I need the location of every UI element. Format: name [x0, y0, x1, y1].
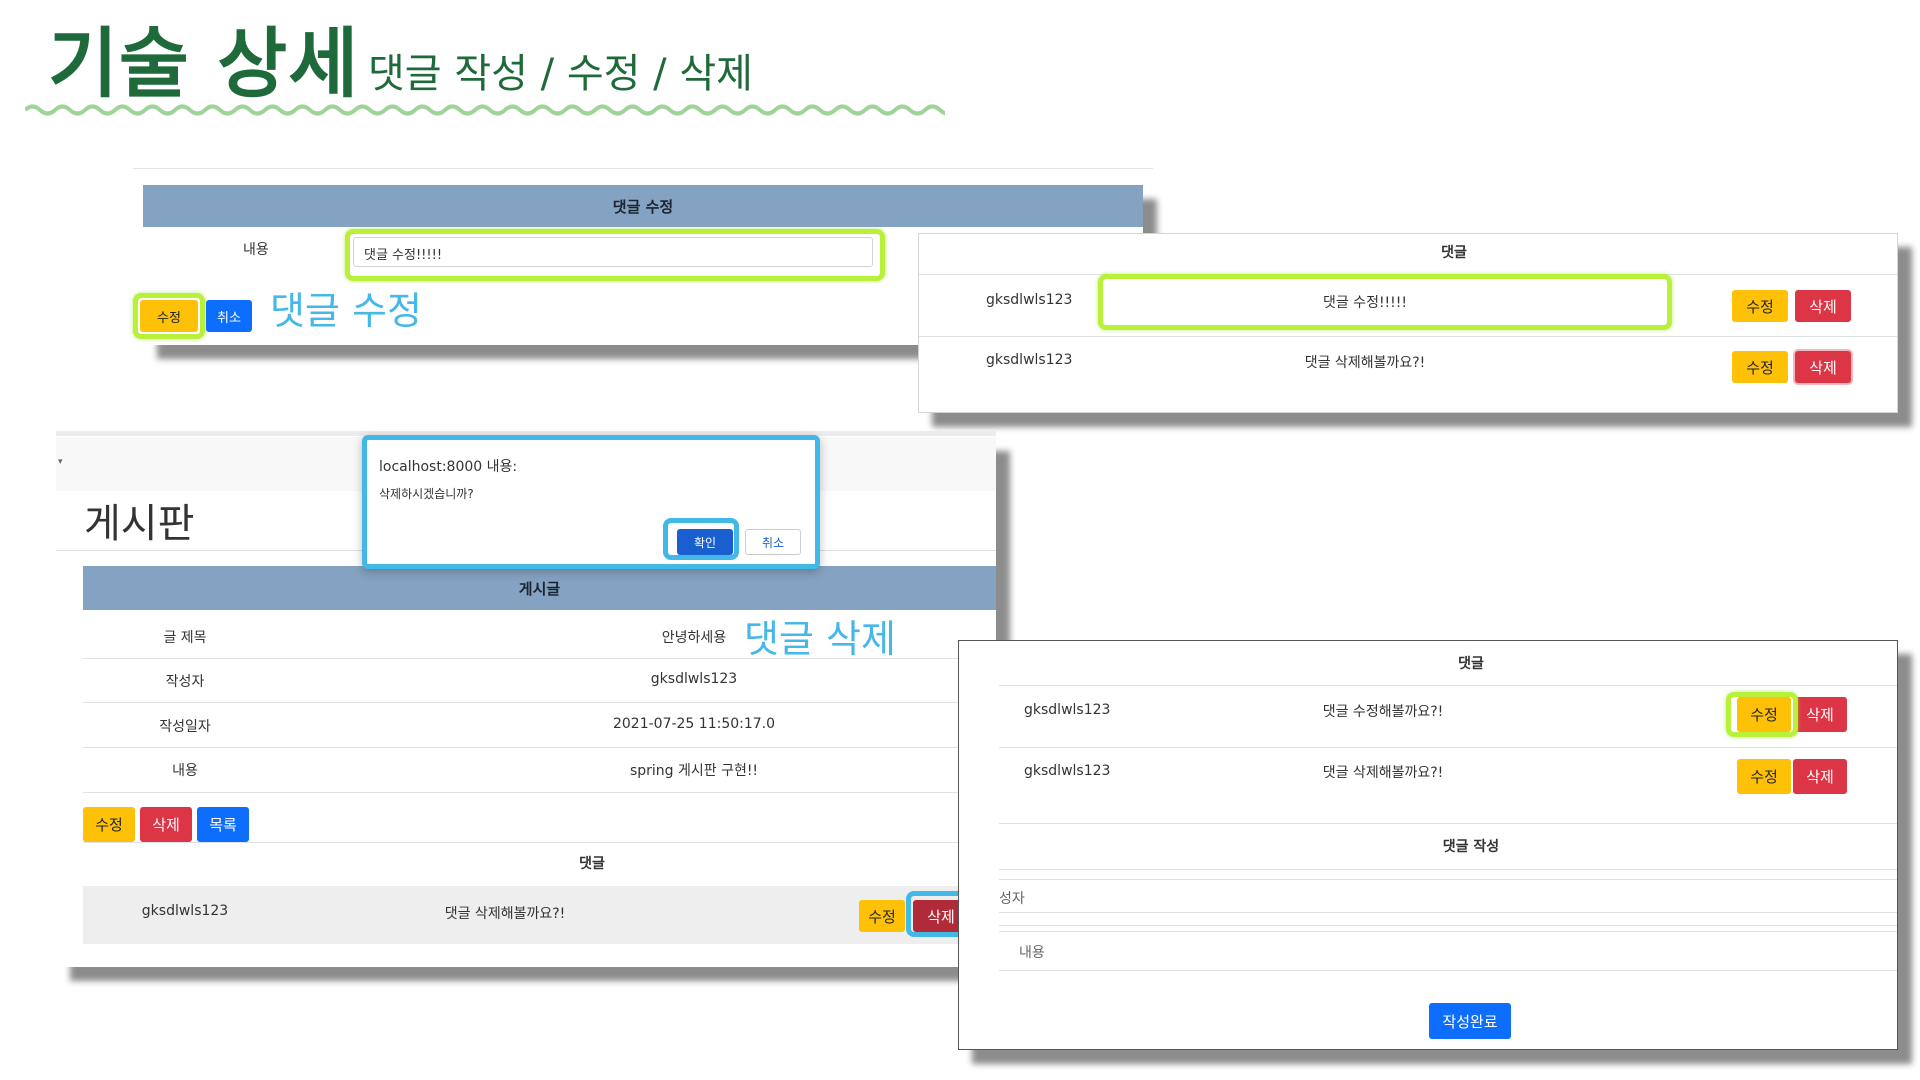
- divider: [999, 925, 1897, 926]
- comment-author: gksdlwls123: [986, 292, 1073, 308]
- comments-header: 댓글: [579, 856, 605, 872]
- page-subtitle: 댓글 작성 / 수정 / 삭제: [368, 51, 753, 97]
- dialog-message: 삭제하시겠습니까?: [379, 487, 474, 501]
- field-value: 안녕하세용: [661, 630, 727, 646]
- edit-input-highlight: [345, 229, 885, 281]
- comment-edit-button[interactable]: 수정: [1732, 351, 1788, 383]
- caret-icon[interactable]: ▾: [58, 457, 63, 467]
- field-label: 작성자: [165, 674, 205, 690]
- content-label: 내용: [243, 242, 269, 258]
- divider: [999, 747, 1897, 748]
- edit-button-highlight: [1726, 692, 1798, 737]
- page-title: 기술 상세: [48, 19, 360, 108]
- write-header: 댓글 작성: [1442, 839, 1500, 855]
- field-value: gksdlwls123: [650, 671, 738, 687]
- field-value: spring 게시판 구현!!: [629, 763, 759, 779]
- comment-delete-button[interactable]: 삭제: [1795, 290, 1851, 322]
- comment-author: gksdlwls123: [141, 903, 229, 919]
- comment-delete-button[interactable]: 삭제: [1795, 351, 1851, 383]
- comment-edit-button[interactable]: 수정: [859, 900, 905, 932]
- content-placeholder: 내용: [1019, 945, 1045, 961]
- comment-edit-button[interactable]: 수정: [1737, 759, 1791, 794]
- divider: [83, 747, 996, 748]
- submit-comment-button[interactable]: 작성완료: [1429, 1003, 1511, 1039]
- edited-comment-highlight: [1098, 274, 1672, 330]
- comment-content: 댓글 삭제해볼까요?!: [1322, 765, 1444, 781]
- comment-content: 댓글 수정해볼까요?!: [1322, 704, 1444, 720]
- comment-author: gksdlwls123: [1024, 763, 1111, 779]
- dialog-origin: localhost:8000 내용:: [379, 459, 518, 475]
- ok-button-highlight: [663, 518, 739, 560]
- panel-a-topline: [133, 168, 1153, 169]
- divider: [999, 823, 1897, 824]
- field-label: 내용: [172, 763, 198, 779]
- board-title: 게시판: [84, 501, 195, 547]
- author-input[interactable]: 성자: [999, 879, 1897, 913]
- comment-delete-button[interactable]: 삭제: [1793, 697, 1847, 732]
- divider: [999, 685, 1897, 686]
- edit-callout: 댓글 수정: [270, 289, 422, 333]
- field-label: 글 제목: [163, 630, 207, 646]
- comments-header: 댓글: [1458, 656, 1484, 672]
- comment-delete-button[interactable]: 삭제: [1793, 759, 1847, 794]
- divider: [83, 792, 996, 793]
- comment-author: gksdlwls123: [986, 352, 1073, 368]
- author-placeholder: 성자: [999, 891, 1025, 907]
- field-label: 작성일자: [159, 719, 211, 735]
- divider: [919, 336, 1897, 337]
- edit-button-highlight: [133, 293, 205, 339]
- comment-content: 댓글 삭제해볼까요?!: [1304, 355, 1426, 371]
- comments-header: 댓글: [1441, 245, 1467, 261]
- delete-callout: 댓글 삭제: [744, 617, 896, 661]
- comment-content: 댓글 삭제해볼까요?!: [444, 906, 566, 922]
- comment-edit-button[interactable]: 수정: [1732, 290, 1788, 322]
- divider: [83, 842, 996, 843]
- field-value: 2021-07-25 11:50:17.0: [612, 716, 776, 732]
- divider: [999, 869, 1897, 870]
- post-list-button[interactable]: 목록: [197, 807, 249, 842]
- edit-cancel-button[interactable]: 취소: [206, 300, 252, 332]
- comment-author: gksdlwls123: [1024, 702, 1111, 718]
- post-delete-button[interactable]: 삭제: [140, 807, 192, 842]
- dialog-cancel-button[interactable]: 취소: [745, 529, 801, 555]
- post-edit-button[interactable]: 수정: [83, 807, 135, 842]
- confirm-dialog: localhost:8000 내용: 삭제하시겠습니까? 확인 취소: [362, 435, 820, 569]
- edit-table-header: 댓글 수정: [143, 185, 1143, 227]
- divider: [83, 702, 996, 703]
- post-table-header: 게시글: [83, 566, 996, 610]
- content-input[interactable]: 내용: [999, 931, 1897, 971]
- wavy-underline: [25, 104, 945, 116]
